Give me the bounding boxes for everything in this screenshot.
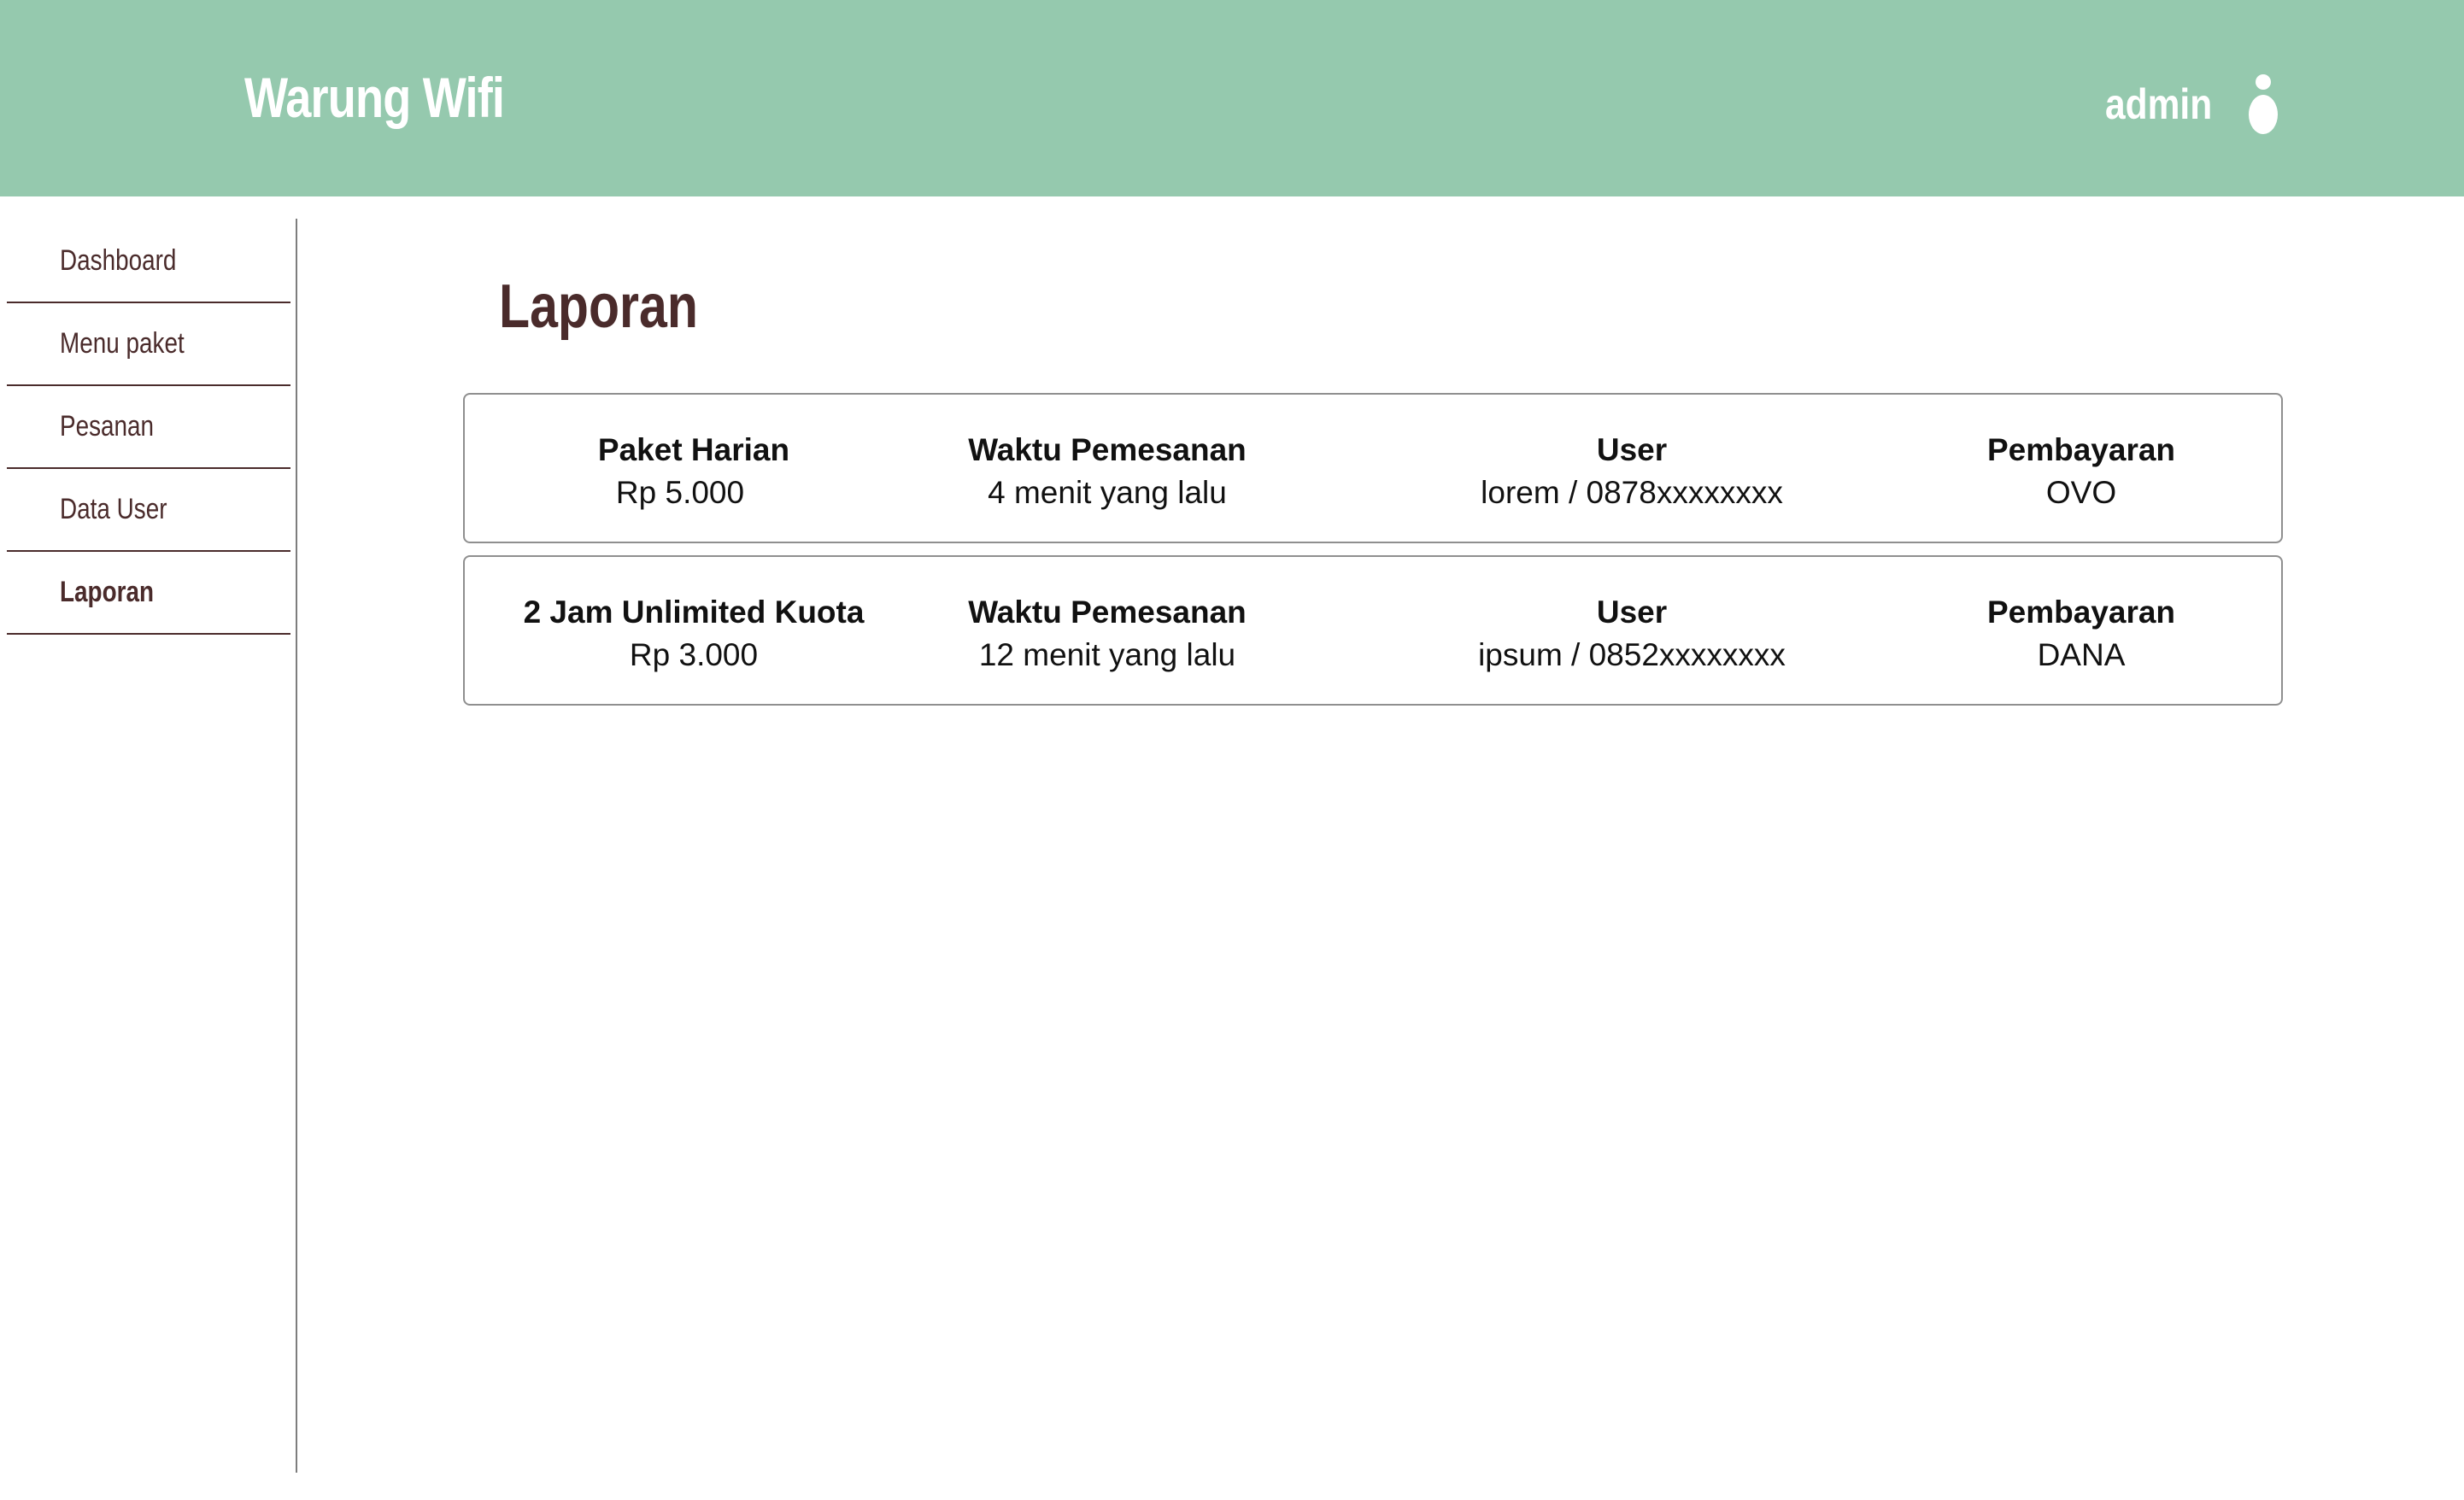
- sidebar-item-label: Dashboard: [60, 244, 177, 277]
- time-label: Waktu Pemesanan: [968, 595, 1247, 630]
- user-menu[interactable]: admin: [2105, 70, 2279, 138]
- order-card[interactable]: 2 Jam Unlimited Kuota Rp 3.000 Waktu Pem…: [463, 555, 2283, 706]
- user-value: lorem / 0878xxxxxxxx: [1481, 475, 1783, 510]
- page-title: Laporan: [499, 272, 698, 341]
- package-name: 2 Jam Unlimited Kuota: [523, 595, 865, 630]
- order-time: Waktu Pemesanan 12 menit yang lalu: [968, 591, 1247, 677]
- user-label: User: [1596, 595, 1668, 630]
- app-brand[interactable]: Warung Wifi: [244, 65, 505, 130]
- sidebar-nav: Dashboard Menu paket Pesanan Data User L…: [7, 220, 290, 635]
- order-time: Waktu Pemesanan 4 menit yang lalu: [968, 429, 1247, 514]
- user-icon[interactable]: [2248, 73, 2279, 135]
- payment-label: Pembayaran: [1986, 595, 2176, 630]
- order-user: User ipsum / 0852xxxxxxxx: [1478, 591, 1786, 677]
- order-card[interactable]: Paket Harian Rp 5.000 Waktu Pemesanan 4 …: [463, 393, 2283, 543]
- sidebar-item-label: Menu paket: [60, 327, 185, 360]
- order-package: Paket Harian Rp 5.000: [598, 429, 789, 514]
- time-label: Waktu Pemesanan: [968, 432, 1247, 467]
- top-header: Warung Wifi admin: [0, 0, 2464, 196]
- sidebar-item-laporan[interactable]: Laporan: [7, 552, 290, 635]
- sidebar-item-menu-paket[interactable]: Menu paket: [7, 303, 290, 386]
- payment-value: DANA: [2037, 637, 2126, 672]
- package-price: Rp 5.000: [615, 475, 745, 510]
- sidebar-divider: [296, 219, 297, 1473]
- package-price: Rp 3.000: [629, 637, 759, 672]
- sidebar-item-pesanan[interactable]: Pesanan: [7, 386, 290, 469]
- payment-label: Pembayaran: [1986, 432, 2176, 467]
- sidebar-item-label: Data User: [60, 493, 167, 525]
- order-user: User lorem / 0878xxxxxxxx: [1481, 429, 1783, 514]
- payment-value: OVO: [2045, 475, 2117, 510]
- order-package: 2 Jam Unlimited Kuota Rp 3.000: [524, 591, 865, 677]
- time-value: 4 menit yang lalu: [988, 475, 1227, 510]
- sidebar-item-dashboard[interactable]: Dashboard: [7, 220, 290, 303]
- order-payment: Pembayaran OVO: [1987, 429, 2175, 514]
- sidebar-item-label: Pesanan: [60, 410, 155, 442]
- sidebar-item-label: Laporan: [60, 576, 154, 608]
- sidebar-item-data-user[interactable]: Data User: [7, 469, 290, 552]
- time-value: 12 menit yang lalu: [978, 637, 1236, 672]
- user-name[interactable]: admin: [2105, 79, 2212, 129]
- package-name: Paket Harian: [597, 432, 790, 467]
- user-value: ipsum / 0852xxxxxxxx: [1478, 637, 1786, 672]
- user-label: User: [1596, 432, 1668, 467]
- order-payment: Pembayaran DANA: [1987, 591, 2175, 677]
